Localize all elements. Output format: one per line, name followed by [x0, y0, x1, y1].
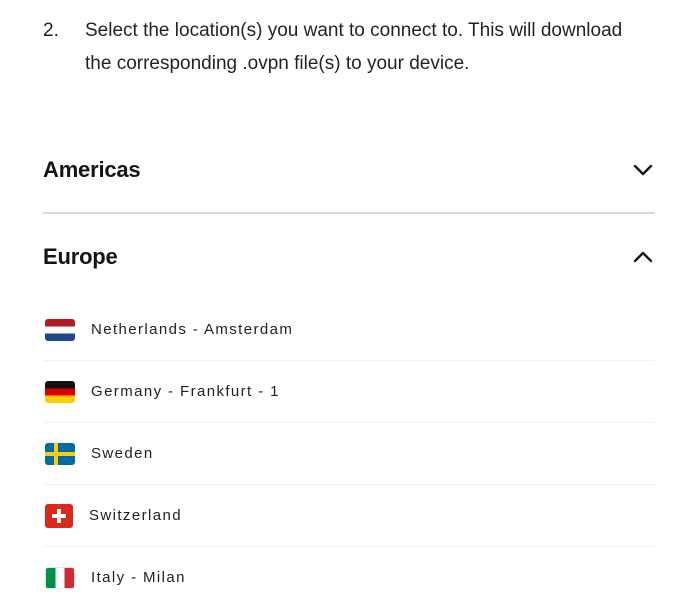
italy-flag-icon	[45, 566, 75, 589]
europe-location-list: Netherlands - Amsterdam Germany - Frankf…	[43, 299, 655, 608]
step-text: Select the location(s) you want to conne…	[85, 20, 623, 74]
region-accordion-europe: Europe Netherlands - Amsterdam Germany -…	[43, 227, 655, 589]
location-item-sweden[interactable]: Sweden	[43, 423, 655, 485]
accordion-header-europe[interactable]: Europe	[43, 227, 655, 287]
location-label: Italy - Milan	[91, 569, 186, 586]
section-divider	[43, 212, 655, 214]
location-item-germany[interactable]: Germany - Frankfurt - 1	[43, 361, 655, 423]
step-number: 2.	[43, 20, 59, 41]
region-title-europe: Europe	[43, 244, 118, 269]
instruction-step: 2. Select the location(s) you want to co…	[43, 14, 643, 80]
chevron-down-icon[interactable]	[631, 158, 655, 182]
netherlands-flag-icon	[45, 318, 75, 341]
location-item-italy[interactable]: Italy - Milan	[43, 547, 655, 608]
germany-flag-icon	[45, 380, 75, 403]
region-accordion-americas: Americas	[43, 140, 655, 214]
accordion-header-americas[interactable]: Americas	[43, 140, 655, 200]
region-title-americas: Americas	[43, 157, 141, 182]
sweden-flag-icon	[45, 442, 75, 465]
switzerland-flag-icon	[45, 503, 73, 528]
location-label: Sweden	[91, 445, 154, 462]
location-label: Netherlands - Amsterdam	[91, 321, 294, 338]
location-item-switzerland[interactable]: Switzerland	[43, 485, 655, 547]
location-item-netherlands[interactable]: Netherlands - Amsterdam	[43, 299, 655, 361]
chevron-up-icon[interactable]	[631, 245, 655, 269]
location-label: Switzerland	[89, 507, 182, 524]
location-label: Germany - Frankfurt - 1	[91, 383, 280, 400]
